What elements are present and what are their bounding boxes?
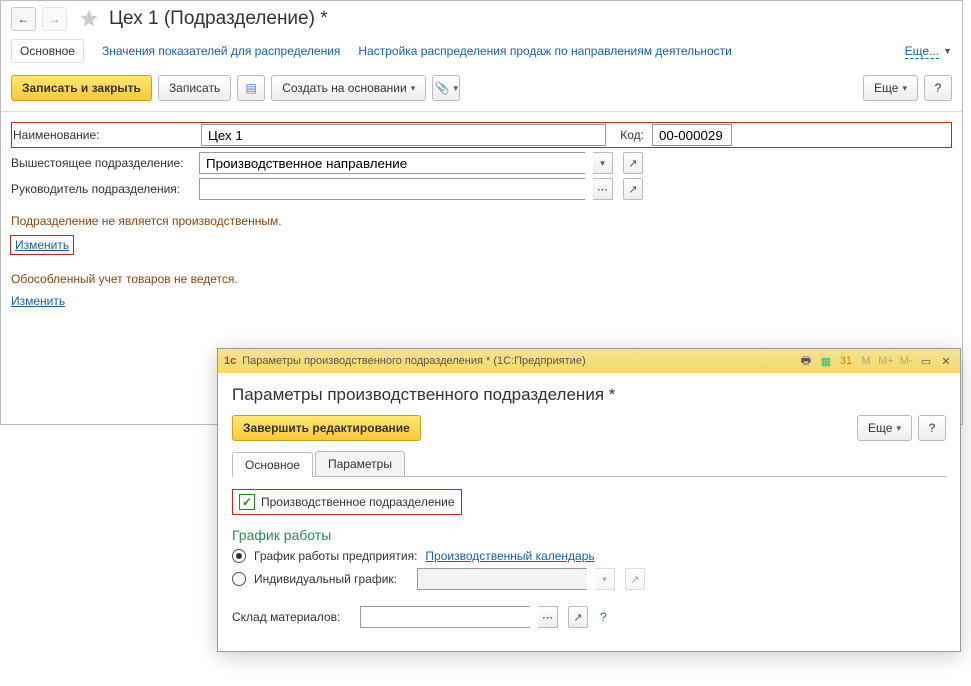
dialog-body: Параметры производственного подразделени… (218, 373, 960, 651)
open-ref-button[interactable]: ↗ (623, 152, 643, 174)
dialog-titlebar: 1c Параметры производственного подраздел… (218, 349, 960, 373)
dialog-more-button[interactable]: Еще▾ (857, 415, 912, 441)
name-row: Наименование: Код: (11, 122, 952, 148)
dropdown-button: ▾ (595, 568, 615, 590)
chevron-down-icon: ▾ (600, 158, 605, 169)
change-stock-link[interactable]: Изменить (11, 294, 65, 308)
schedule-individual-radio[interactable] (232, 572, 246, 586)
attach-button[interactable]: 📎▾ (432, 75, 460, 101)
save-button[interactable]: Записать (158, 75, 231, 101)
stock-help-link[interactable]: ? (600, 610, 607, 624)
dialog-help-button[interactable]: ? (918, 415, 946, 441)
name-input[interactable] (201, 124, 606, 146)
status-production: Подразделение не является производственн… (11, 214, 952, 228)
finish-edit-button[interactable]: Завершить редактирование (232, 415, 421, 441)
schedule-calendar-link[interactable]: Производственный календарь (425, 549, 594, 563)
stock-label: Склад материалов: (232, 610, 352, 624)
tab-sales[interactable]: Настройка распределения продаж по направ… (358, 44, 731, 58)
tab-bar: Основное Значения показателей для распре… (1, 35, 962, 71)
head-input[interactable] (199, 178, 585, 200)
stock-row: Склад материалов: ⋯ ↗ ? (232, 606, 946, 628)
production-checkbox-label: Производственное подразделение (261, 495, 455, 509)
select-button[interactable]: ⋯ (538, 606, 558, 628)
arrow-right-icon: → (49, 12, 61, 26)
schedule-group-title: График работы (232, 527, 946, 543)
save-close-button[interactable]: Записать и закрыть (11, 75, 152, 101)
select-button[interactable]: ⋯ (593, 178, 613, 200)
stock-input[interactable] (360, 606, 530, 628)
report-button[interactable]: ▤ (237, 75, 265, 101)
star-icon[interactable] (79, 8, 99, 31)
chevron-down-icon: ▾ (896, 423, 901, 434)
parent-row: Вышестоящее подразделение: ▾ ↗ (11, 152, 952, 174)
tab-indicators[interactable]: Значения показателей для распределения (102, 44, 340, 58)
calc-icon[interactable]: ▦ (818, 353, 834, 369)
dialog-wintitle: Параметры производственного подразделени… (242, 355, 585, 367)
open-ref-button: ↗ (625, 568, 645, 590)
chevron-down-icon: ▾ (453, 83, 458, 94)
individual-schedule-input (417, 568, 587, 590)
open-ref-button[interactable]: ↗ (568, 606, 588, 628)
open-ref-button[interactable]: ↗ (623, 178, 643, 200)
parent-input[interactable] (199, 152, 585, 174)
code-input[interactable] (652, 124, 732, 146)
dropdown-button[interactable]: ▾ (593, 152, 613, 174)
head-label: Руководитель подразделения: (11, 182, 191, 196)
chevron-down-icon: ▾ (902, 83, 907, 94)
dialog-title: Параметры производственного подразделени… (232, 385, 946, 405)
m-icon: M (858, 353, 874, 369)
parameters-dialog: 1c Параметры производственного подраздел… (217, 348, 961, 652)
calendar-icon[interactable]: 31 (838, 353, 854, 369)
external-icon: ↗ (573, 611, 582, 624)
schedule-individual-label: Индивидуальный график: (254, 572, 409, 586)
external-icon: ↗ (630, 573, 639, 586)
arrow-left-icon: ← (18, 12, 30, 26)
parent-label: Вышестоящее подразделение: (11, 156, 191, 170)
production-checkbox-row: ✓ Производственное подразделение (232, 489, 462, 515)
header: ← → Цех 1 (Подразделение) * (1, 1, 962, 35)
nav-forward[interactable]: → (42, 7, 67, 31)
change-production-link[interactable]: Изменить (15, 238, 69, 252)
close-button[interactable]: ✕ (938, 353, 954, 369)
dialog-toolbar: Завершить редактирование Еще▾ ? (232, 415, 946, 441)
dialog-tab-main[interactable]: Основное (232, 452, 313, 477)
status-stock: Обособленный учет товаров не ведется. (11, 272, 952, 286)
help-button[interactable]: ? (924, 75, 952, 101)
page-title: Цех 1 (Подразделение) * (109, 8, 328, 30)
chevron-down-icon: ▼ (943, 46, 952, 56)
print-icon[interactable]: 🖶 (798, 353, 814, 369)
head-row: Руководитель подразделения: ⋯ ↗ (11, 178, 952, 200)
tab-more[interactable]: Еще...▼ (905, 44, 952, 59)
dialog-tab-params[interactable]: Параметры (315, 451, 405, 476)
code-label: Код: (614, 128, 644, 142)
minimize-button[interactable]: ▭ (918, 353, 934, 369)
create-from-button[interactable]: Создать на основании▾ (271, 75, 426, 101)
toolbar: Записать и закрыть Записать ▤ Создать на… (1, 71, 962, 112)
chevron-down-icon: ▾ (411, 83, 416, 94)
tab-main[interactable]: Основное (11, 39, 84, 63)
schedule-company-radio[interactable] (232, 549, 246, 563)
document-icon: ▤ (246, 81, 257, 95)
production-checkbox[interactable]: ✓ (239, 494, 255, 510)
app-icon: 1c (224, 355, 236, 367)
mplus-icon: M+ (878, 353, 894, 369)
external-icon: ↗ (628, 157, 637, 170)
external-icon: ↗ (628, 183, 637, 196)
schedule-company-row: График работы предприятия: Производствен… (232, 549, 946, 563)
dialog-tabs: Основное Параметры (232, 451, 946, 477)
name-label: Наименование: (13, 128, 193, 142)
mminus-icon: M- (898, 353, 914, 369)
chevron-down-icon: ▾ (602, 574, 607, 585)
attach-icon: 📎 (435, 81, 450, 95)
nav-back[interactable]: ← (11, 7, 36, 31)
more-button[interactable]: Еще▾ (863, 75, 918, 101)
schedule-company-label: График работы предприятия: (254, 549, 417, 563)
change-production-link-wrap: Изменить (11, 236, 73, 254)
schedule-individual-row: Индивидуальный график: ▾ ↗ (232, 568, 946, 590)
